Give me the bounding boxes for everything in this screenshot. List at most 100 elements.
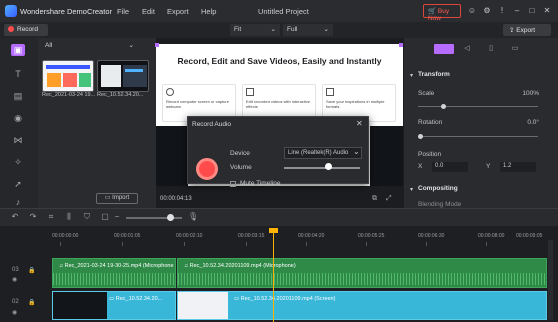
cursor-icon[interactable]: ➚ [11, 178, 25, 190]
chevron-down-icon: ⌄ [323, 26, 329, 33]
user-icon[interactable]: ☺ [467, 6, 477, 16]
crop-icon[interactable]: ⌗ [46, 212, 56, 222]
buy-now-button[interactable]: 🛒 Buy Now [423, 4, 461, 22]
feature-card-title: Record computer screen or capture webcam [166, 99, 229, 109]
position-y-input[interactable]: 1.2 [500, 162, 536, 172]
close-icon[interactable]: ✕ [356, 119, 363, 128]
menu-edit[interactable]: Edit [142, 7, 155, 16]
audio-clip[interactable]: ♫ Rec_2021-03-24 19-30-25.mp4 (Microphon… [52, 258, 176, 288]
track-visibility-icon[interactable]: ◉ [12, 276, 17, 283]
ruler-label: 00:00:03:15 [238, 233, 265, 239]
media-caption: Rec_2021-03-24 19... [42, 92, 96, 98]
fit-select[interactable]: Fit ⌄ [230, 24, 280, 36]
record-icon [166, 88, 174, 96]
chevron-down-icon[interactable]: ▾ [410, 186, 413, 193]
mute-timeline-checkbox[interactable] [230, 181, 236, 187]
device-select[interactable]: Line (Realtek(R) Audio [284, 147, 362, 159]
split-icon[interactable]: ⫼ [64, 212, 74, 222]
feature-card-title: Edit recorded videos with interactive ef… [246, 99, 311, 109]
position-label: Position [418, 151, 442, 158]
lock-icon[interactable]: 🔒 [28, 267, 35, 274]
media-thumbnail[interactable] [42, 60, 94, 92]
ruler-tick [366, 242, 367, 246]
project-title: Untitled Project [258, 7, 309, 16]
record-dot-icon [8, 26, 14, 32]
settings-icon[interactable]: ⚙ [482, 6, 492, 16]
scale-label: Scale [418, 90, 435, 97]
ruler-tick [306, 242, 307, 246]
ruler-tick [426, 242, 427, 246]
chevron-down-icon[interactable]: ▾ [410, 72, 413, 79]
scale-value: 100% [522, 90, 539, 97]
rotation-slider-handle[interactable] [418, 134, 423, 139]
screen-icon: ▭ [234, 296, 241, 302]
effects-icon[interactable]: ✧ [11, 156, 25, 168]
ruler-label: 00:00:02:10 [176, 233, 203, 239]
playhead[interactable] [273, 228, 274, 322]
captions-icon[interactable]: ◉ [11, 112, 25, 124]
undo-icon[interactable]: ↶ [10, 212, 20, 222]
full-select[interactable]: Full ⌄ [283, 24, 333, 36]
full-value: Full [287, 26, 298, 33]
volume-slider-handle[interactable] [325, 163, 332, 170]
minimize-icon[interactable]: – [512, 6, 522, 16]
dialog-title: Record Audio [192, 121, 232, 128]
annotation-icon[interactable]: ▤ [11, 90, 25, 102]
selection-handle[interactable] [399, 43, 403, 47]
track-number: 03 [12, 267, 19, 273]
preview-screen-image [370, 126, 403, 186]
rotation-slider[interactable] [418, 136, 538, 137]
microphone-icon[interactable]: 🎙 [188, 212, 198, 222]
record-button[interactable]: Record [4, 24, 48, 36]
menu-help[interactable]: Help [201, 7, 216, 16]
video-clip-thumbnail [178, 292, 228, 319]
zoom-out-icon[interactable]: − [112, 212, 122, 222]
close-icon[interactable]: ✕ [542, 6, 552, 16]
track-visibility-icon[interactable]: ◉ [12, 309, 17, 316]
ruler-tick [122, 242, 123, 246]
video-clip[interactable]: ▭ Rec_10.52.34.20201109.mp4 (Screen) [177, 291, 547, 320]
volume-label: Volume [230, 164, 252, 171]
sound-effects-icon[interactable]: ♪ [11, 196, 25, 208]
tab-video[interactable] [434, 44, 454, 54]
media-library-icon[interactable]: ▣ [11, 44, 25, 56]
caption-tab-icon[interactable]: ▭ [508, 44, 522, 54]
audio-clip[interactable]: ♫ Rec_10.52.34.20201109.mp4 (Microphone) [177, 258, 547, 288]
export-button[interactable]: ⇪ Export [503, 24, 551, 36]
scale-slider-handle[interactable] [441, 104, 446, 109]
position-x-input[interactable]: 0.0 [432, 162, 468, 172]
maximize-icon[interactable]: □ [527, 6, 537, 16]
audio-tab-icon[interactable]: ◁ [460, 44, 474, 54]
app-logo-icon [5, 5, 17, 17]
cursor-tab-icon[interactable]: ▯ [484, 44, 498, 54]
scale-slider[interactable] [418, 106, 538, 107]
record-label: Record [17, 26, 38, 33]
video-clip-label: ▭ Rec_10.52.34.20201109.mp4 (Screen) [234, 296, 335, 302]
screenshot-icon[interactable]: ⧉ [372, 195, 377, 203]
lock-icon[interactable]: 🔒 [28, 299, 35, 306]
timeline-zoom-handle[interactable] [167, 214, 174, 221]
selection-handle[interactable] [155, 43, 159, 47]
notification-icon[interactable]: ! [497, 6, 507, 16]
timeline-scrollbar[interactable] [548, 240, 553, 320]
marker-icon[interactable]: ⛉ [82, 212, 92, 222]
ruler-label: 00:00:00:00 [52, 233, 79, 239]
media-thumbnail[interactable] [97, 60, 149, 92]
volume-slider[interactable] [284, 167, 360, 169]
transitions-icon[interactable]: ⋈ [11, 134, 25, 146]
video-clip[interactable]: ▭ Rec_10.52.34.20... [52, 291, 176, 320]
compositing-heading: Compositing [418, 185, 458, 192]
delete-icon[interactable]: ▢ [100, 212, 110, 222]
start-recording-button[interactable] [196, 158, 218, 180]
fullscreen-icon[interactable]: ⤢ [386, 195, 392, 203]
video-clip-label: ▭ Rec_10.52.34.20... [109, 296, 162, 302]
chevron-down-icon: ⌄ [128, 42, 134, 49]
text-icon[interactable]: T [11, 68, 25, 80]
menu-export[interactable]: Export [167, 7, 189, 16]
menu-file[interactable]: File [117, 7, 129, 16]
import-button[interactable]: ▭ Import [96, 193, 138, 204]
x-label: X [418, 163, 423, 170]
redo-icon[interactable]: ↷ [28, 212, 38, 222]
feature-card-title: Save your inspirations in multiple forma… [326, 99, 385, 109]
library-filter[interactable]: All ⌄ [40, 42, 136, 54]
